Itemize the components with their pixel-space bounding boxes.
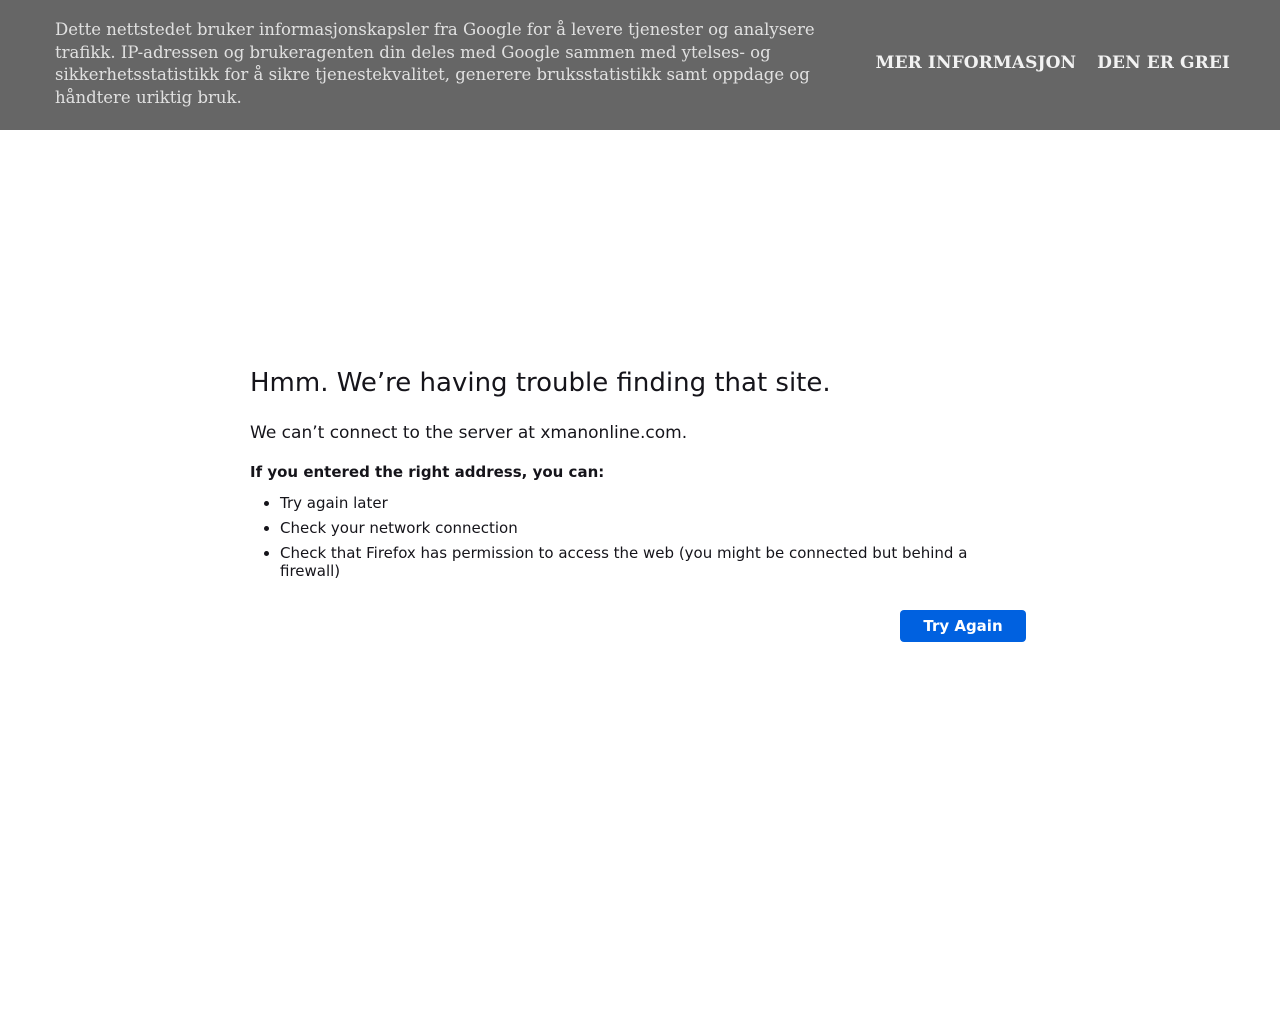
list-item: Try again later — [280, 494, 1026, 512]
error-page: Hmm. We’re having trouble finding that s… — [250, 365, 1026, 642]
cookie-actions: MER INFORMASJON DEN ER GREI — [876, 53, 1230, 73]
error-hint-heading: If you entered the right address, you ca… — [250, 463, 605, 481]
error-title: Hmm. We’re having trouble finding that s… — [250, 368, 831, 398]
cookie-banner: Dette nettstedet bruker informasjonskaps… — [0, 0, 1280, 130]
list-item: Check that Firefox has permission to acc… — [280, 544, 1026, 580]
accept-cookies-link[interactable]: DEN ER GREI — [1097, 53, 1230, 73]
more-info-link[interactable]: MER INFORMASJON — [876, 53, 1077, 73]
error-subtitle: We can’t connect to the server at xmanon… — [250, 423, 688, 443]
cookie-message: Dette nettstedet bruker informasjonskaps… — [55, 20, 815, 107]
suggestion-list: Try again later Check your network conne… — [250, 494, 1026, 580]
list-item: Check your network connection — [280, 519, 1026, 537]
try-again-button[interactable]: Try Again — [900, 610, 1026, 642]
button-row: Try Again — [250, 610, 1026, 642]
